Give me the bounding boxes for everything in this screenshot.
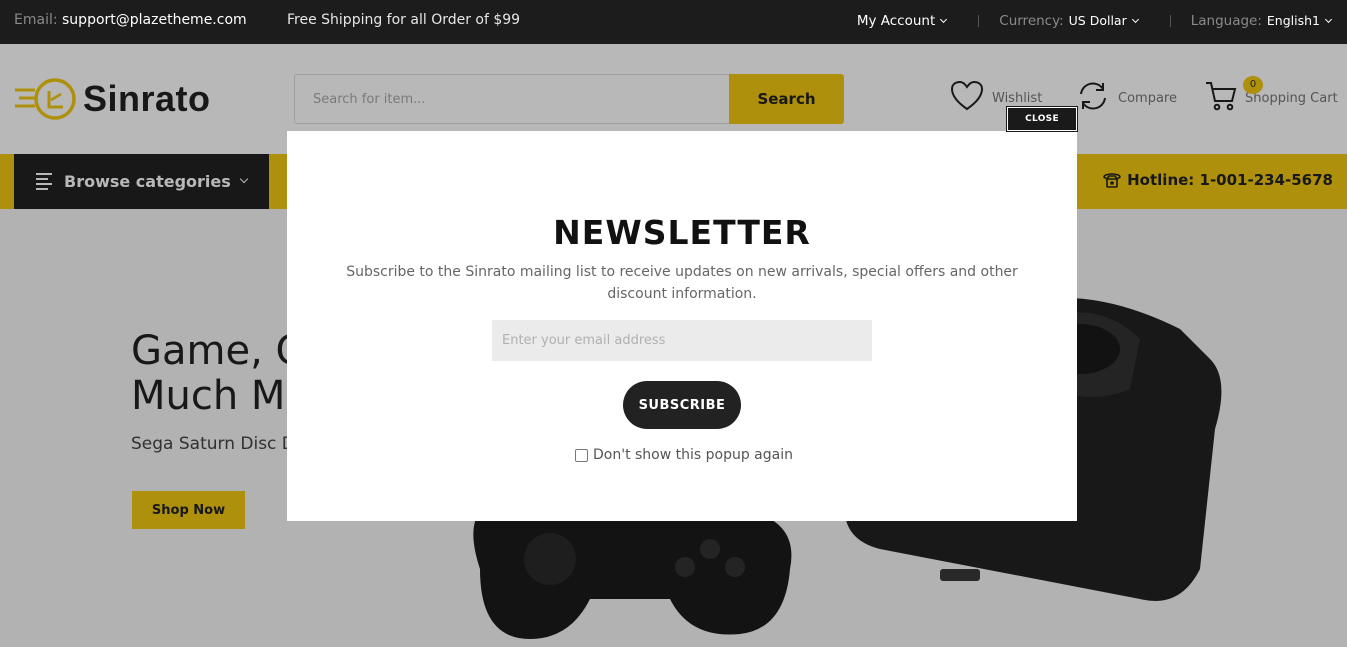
currency-dropdown[interactable]: US Dollar: [1068, 13, 1139, 29]
close-popup-button[interactable]: CLOSE: [1006, 106, 1078, 132]
newsletter-description: Subscribe to the Sinrato mailing list to…: [346, 264, 1018, 302]
contact-email: Email: support@plazetheme.com: [14, 12, 247, 28]
my-account-dropdown[interactable]: My Account: [856, 13, 948, 29]
top-bar-settings: My Account Currency: US Dollar Language:…: [856, 13, 1333, 29]
email-label: Email:: [14, 12, 58, 28]
chevron-down-icon: [1324, 15, 1333, 24]
chevron-down-icon: [940, 15, 948, 24]
language-dropdown[interactable]: English1: [1266, 13, 1333, 29]
newsletter-popup: NEWSLETTER Subscribe to the Sinrato mail…: [287, 131, 1077, 521]
language-value: English1: [1266, 13, 1320, 28]
dont-show-again-option[interactable]: Don't show this popup again: [575, 447, 793, 463]
chevron-down-icon: [1131, 15, 1139, 24]
language-label: Language:: [1190, 13, 1262, 29]
currency-label: Currency:: [999, 13, 1064, 29]
shipping-notice: Free Shipping for all Order of $99: [287, 12, 521, 28]
newsletter-title: NEWSLETTER: [553, 213, 811, 252]
currency-value: US Dollar: [1068, 13, 1127, 28]
divider: [978, 15, 980, 27]
subscribe-button[interactable]: SUBSCRIBE: [623, 381, 741, 429]
dont-show-label: Don't show this popup again: [593, 447, 793, 463]
newsletter-email-input[interactable]: [492, 320, 872, 361]
top-bar: Email: support@plazetheme.com Free Shipp…: [0, 0, 1347, 44]
email-value[interactable]: support@plazetheme.com: [62, 12, 247, 28]
divider: [1169, 15, 1171, 27]
dont-show-checkbox[interactable]: [575, 448, 588, 462]
my-account-label: My Account: [856, 13, 936, 29]
